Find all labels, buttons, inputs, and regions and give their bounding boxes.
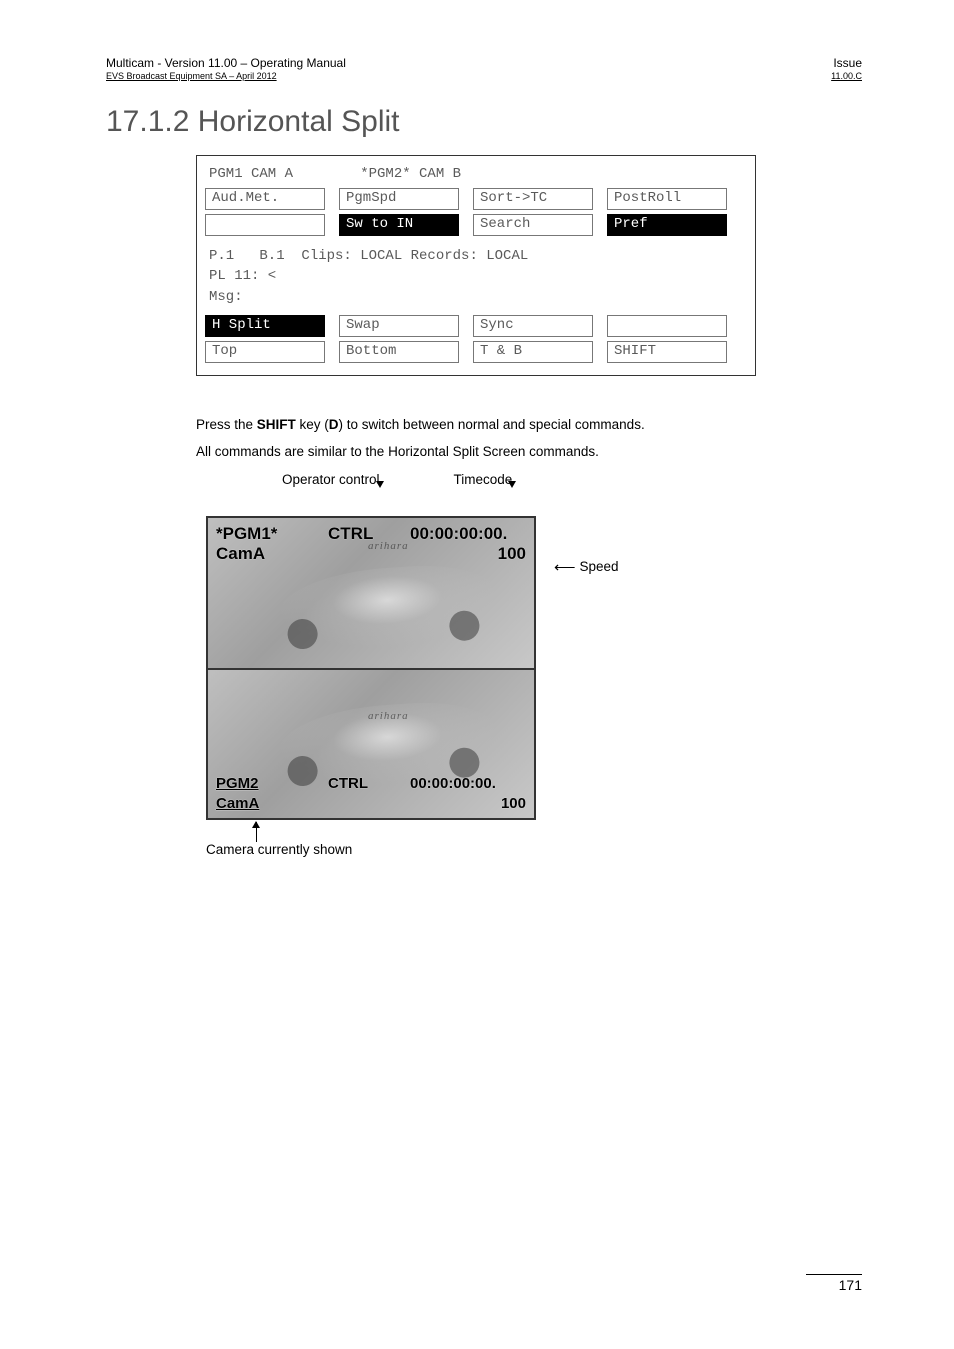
p1-d: D	[329, 417, 339, 432]
remote-panel: PGM1 CAM A *PGM2* CAM B Aud.Met. PgmSpd …	[196, 155, 756, 376]
soft-btn-sorttc[interactable]: Sort->TC	[473, 188, 593, 210]
watermark-icon: arihara	[368, 540, 409, 552]
p1-mid: key (	[296, 417, 329, 432]
osd-ctrl2: CTRL	[328, 775, 368, 792]
soft-btn-postroll[interactable]: PostRoll	[607, 188, 727, 210]
screens: arihara *PGM1* CamA CTRL 00:00:00:00. 10…	[206, 516, 536, 820]
split-diagram: Operator control Timecode arihara *PGM1*…	[196, 472, 696, 882]
soft-btn-swtoin[interactable]: Sw to IN	[339, 214, 459, 236]
screen-bottom: arihara PGM2 CamA CTRL 00:00:00:00. 100	[208, 668, 534, 818]
soft-btn-bottom[interactable]: Bottom	[339, 341, 459, 363]
page-number: 171	[806, 1274, 862, 1293]
car-icon	[275, 560, 500, 655]
header-left: Multicam - Version 11.00 – Operating Man…	[106, 56, 346, 70]
soft-btn-audmet[interactable]: Aud.Met.	[205, 188, 325, 210]
soft-btn-pgmspd[interactable]: PgmSpd	[339, 188, 459, 210]
osd-spd1: 100	[498, 544, 526, 564]
osd-ctrl1: CTRL	[328, 524, 373, 544]
p1-pre: Press the	[196, 417, 257, 432]
soft-btn-shift[interactable]: SHIFT	[607, 341, 727, 363]
soft-btn-sync[interactable]: Sync	[473, 315, 593, 337]
body-text: Press the SHIFT key (D) to switch betwee…	[196, 416, 862, 462]
header-sub-right: 11.00.C	[806, 71, 862, 81]
arrow-left-icon: ⟵	[554, 558, 576, 576]
osd-tc2: 00:00:00:00.	[410, 775, 496, 792]
p1-shift: SHIFT	[257, 417, 296, 432]
osd-tc1: 00:00:00:00.	[410, 524, 507, 544]
soft-btn-empty[interactable]	[607, 315, 727, 337]
panel-status: P.1 B.1 Clips: LOCAL Records: LOCAL PL 1…	[205, 236, 747, 315]
label-operator-text: Operator control	[282, 472, 380, 487]
header-right: Issue	[833, 56, 862, 70]
soft-btn-search[interactable]: Search	[473, 214, 593, 236]
soft-btn-hsplit[interactable]: H Split	[205, 315, 325, 337]
osd-pgm1: *PGM1*	[216, 524, 277, 544]
soft-btn-top[interactable]: Top	[205, 341, 325, 363]
soft-btn-tandb[interactable]: T & B	[473, 341, 593, 363]
section-title: 17.1.2 Horizontal Split	[106, 105, 862, 139]
label-speed-text: Speed	[580, 559, 619, 574]
label-camera-shown: Camera currently shown	[206, 842, 352, 857]
p2: All commands are similar to the Horizont…	[196, 443, 862, 462]
osd-cam2: CamA	[216, 795, 259, 812]
p1-post: ) to switch between normal and special c…	[339, 417, 645, 432]
screen-top: arihara *PGM1* CamA CTRL 00:00:00:00. 10…	[208, 518, 534, 668]
osd-pgm2: PGM2	[216, 775, 259, 792]
watermark-icon: arihara	[368, 710, 409, 722]
panel-pgm-line: PGM1 CAM A *PGM2* CAM B	[205, 166, 747, 188]
label-operator: Operator control	[282, 472, 380, 487]
label-speed: ⟵ Speed	[554, 558, 619, 576]
label-timecode: Timecode	[454, 472, 513, 487]
osd-spd2: 100	[501, 795, 526, 812]
soft-btn-pref[interactable]: Pref	[607, 214, 727, 236]
header-sub-left: EVS Broadcast Equipment SA – April 2012	[106, 71, 277, 81]
soft-btn-blank[interactable]	[205, 214, 325, 236]
arrow-up-icon	[256, 822, 257, 842]
osd-cam1: CamA	[216, 544, 265, 564]
label-timecode-text: Timecode	[454, 472, 513, 487]
soft-btn-swap[interactable]: Swap	[339, 315, 459, 337]
